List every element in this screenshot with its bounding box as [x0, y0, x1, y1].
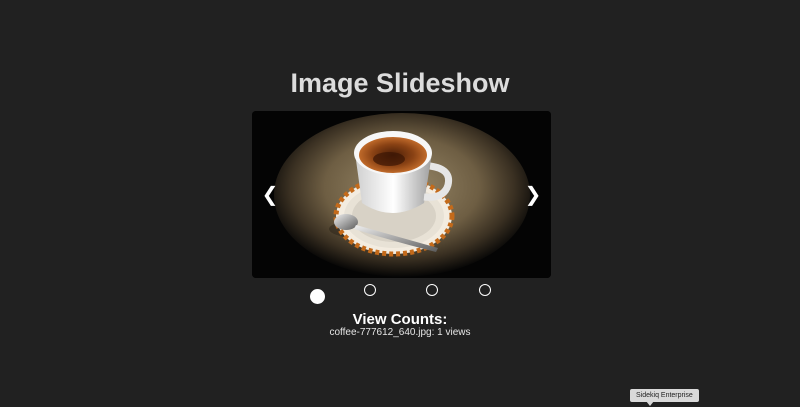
view-count-item: coffee-777612_640.jpg: 1 views: [329, 327, 471, 338]
slide-dot-2[interactable]: [364, 284, 376, 296]
slide-dot-1[interactable]: [310, 289, 325, 304]
page: Image Slideshow ❮ ❯ View Counts: coffee-…: [0, 0, 800, 407]
previous-slide-button[interactable]: ❮: [258, 181, 282, 209]
slide-dot-4[interactable]: [479, 284, 491, 296]
view-counts-list: coffee-777612_640.jpg: 1 views: [0, 326, 800, 339]
tooltip-arrow: [646, 401, 654, 406]
next-slide-button[interactable]: ❯: [521, 181, 545, 209]
tooltip: Sidekiq Enterprise: [630, 389, 699, 402]
slide-image-coffee: [252, 111, 551, 278]
slide-indicator-dots: [0, 282, 800, 306]
slideshow: ❮ ❯: [252, 111, 551, 278]
page-title: Image Slideshow: [290, 68, 510, 98]
slide-dot-3[interactable]: [426, 284, 438, 296]
